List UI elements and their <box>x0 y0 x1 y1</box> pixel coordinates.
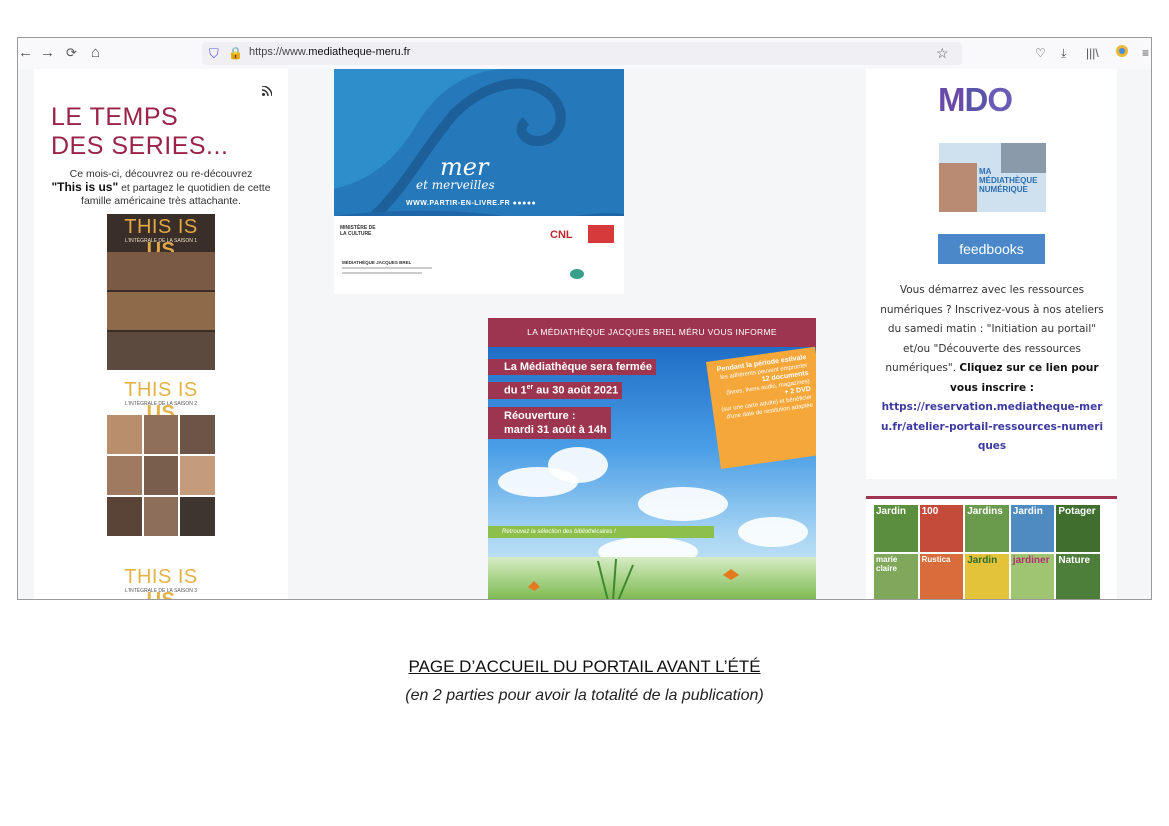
feedbooks-logo[interactable]: feedbooks <box>938 234 1045 264</box>
series-intro: Ce mois-ci, découvrez ou re-découvrez "T… <box>51 168 271 207</box>
lock-icon[interactable]: 🔒 <box>228 46 243 60</box>
magazine-cover[interactable]: Jardin <box>874 505 918 552</box>
registration-link[interactable]: https://reservation.mediatheque-meru.fr/… <box>881 401 1103 452</box>
browser-screenshot: ← → ⟳ ⌂ ⛉ 🔒 https://www.mediatheque-meru… <box>17 37 1152 600</box>
partner-logo-2 <box>570 269 584 279</box>
document-caption-title: PAGE D’ACCUEIL DU PORTAIL AVANT L’ÉTÉ <box>408 657 761 676</box>
url-bar[interactable]: ⛉ 🔒 https://www.mediatheque-meru.fr ☆ <box>202 42 962 65</box>
pocket-icon[interactable]: ♡ <box>1035 46 1046 60</box>
magazine-cover[interactable]: Nature <box>1056 554 1100 599</box>
dvd-cover-season-3[interactable]: THIS IS US L'INTÉGRALE DE LA SAISON 3 <box>107 564 215 599</box>
magazines-panel: Jardin 100 Jardins Jardin Potager marie … <box>866 496 1117 599</box>
closed-notice: La Médiathèque sera fermée <box>488 359 656 375</box>
wave-image: mer et merveilles WWW.PARTIR-EN-LIVRE.FR… <box>334 69 624 216</box>
summer-loan-box: Pendant la période estivale les adhérent… <box>706 346 816 469</box>
workshop-description: Vous démarrez avec les ressources numéri… <box>880 284 1104 452</box>
extension-icon[interactable] <box>1115 44 1129 61</box>
magazine-cover[interactable]: jardiner <box>1010 554 1055 599</box>
series-panel: LE TEMPS DES SERIES... Ce mois-ci, décou… <box>34 69 288 599</box>
dvd-cover-season-1[interactable]: THIS IS US L'INTÉGRALE DE LA SAISON 1 <box>107 214 215 370</box>
poster-footer: MINISTÈRE DE LA CULTURE CNL MÉDIATHÈQUE … <box>334 219 624 294</box>
partner-logo <box>588 225 614 243</box>
document-caption-subtitle: (en 2 parties pour avoir la totalité de … <box>405 687 764 704</box>
poster-header: LA MÉDIATHÈQUE JACQUES BREL MÉRU VOUS IN… <box>488 318 816 347</box>
mdo-logo[interactable]: MDO <box>938 81 1013 119</box>
magazine-cover[interactable]: Jardin <box>965 554 1009 599</box>
web-page: LE TEMPS DES SERIES... Ce mois-ci, décou… <box>18 69 1151 599</box>
series-title: LE TEMPS DES SERIES... <box>51 103 229 160</box>
home-icon[interactable]: ⌂ <box>91 44 100 61</box>
reopening: Réouverture : mardi 31 août à 14h <box>488 407 611 439</box>
browser-toolbar: ← → ⟳ ⌂ ⛉ 🔒 https://www.mediatheque-meru… <box>18 38 1151 70</box>
poster-url: WWW.PARTIR-EN-LIVRE.FR ●●●●● <box>406 200 537 207</box>
magazine-cover[interactable]: Jardin <box>1010 505 1055 552</box>
closure-announcement-poster[interactable]: LA MÉDIATHÈQUE JACQUES BREL MÉRU VOUS IN… <box>488 318 816 599</box>
magazine-cover[interactable]: 100 <box>919 505 964 552</box>
magazine-cover[interactable]: Rustica <box>919 554 964 599</box>
reload-icon[interactable]: ⟳ <box>66 45 77 61</box>
magazine-cover[interactable]: Jardins <box>965 505 1009 552</box>
digital-resources-panel: MDO MA MÉDIATHÈQUE NUMÉRIQUE feedbooks V… <box>866 69 1117 479</box>
dvd-cover-season-2[interactable]: THIS IS US L'INTÉGRALE DE LA SAISON 2 <box>107 377 215 536</box>
person-photo <box>939 163 977 212</box>
library-icon[interactable]: |||\ <box>1086 46 1099 60</box>
star-icon[interactable]: ☆ <box>936 45 949 62</box>
url-text[interactable]: https://www.mediatheque-meru.fr <box>249 46 410 58</box>
magazine-cover[interactable]: marie claire <box>874 554 918 599</box>
menu-icon[interactable]: ≡ <box>1142 46 1149 60</box>
magazine-cover[interactable]: Potager <box>1056 505 1100 552</box>
closure-dates: du 1er au 30 août 2021 <box>488 382 623 399</box>
shield-icon[interactable]: ⛉ <box>209 46 219 62</box>
back-icon[interactable]: ← <box>18 44 33 61</box>
selection-banner[interactable]: Retrouvez la sélection des bibliothécair… <box>488 526 714 538</box>
partir-en-livre-poster[interactable]: mer et merveilles WWW.PARTIR-EN-LIVRE.FR… <box>334 69 624 294</box>
ma-mediatheque-numerique-banner[interactable]: MA MÉDIATHÈQUE NUMÉRIQUE <box>939 143 1046 212</box>
rss-icon[interactable] <box>261 85 273 99</box>
forward-icon[interactable]: → <box>40 44 55 61</box>
magazine-covers[interactable]: Jardin 100 Jardins Jardin Potager marie … <box>874 505 1100 599</box>
download-icon[interactable]: ⤓ <box>1061 46 1066 61</box>
